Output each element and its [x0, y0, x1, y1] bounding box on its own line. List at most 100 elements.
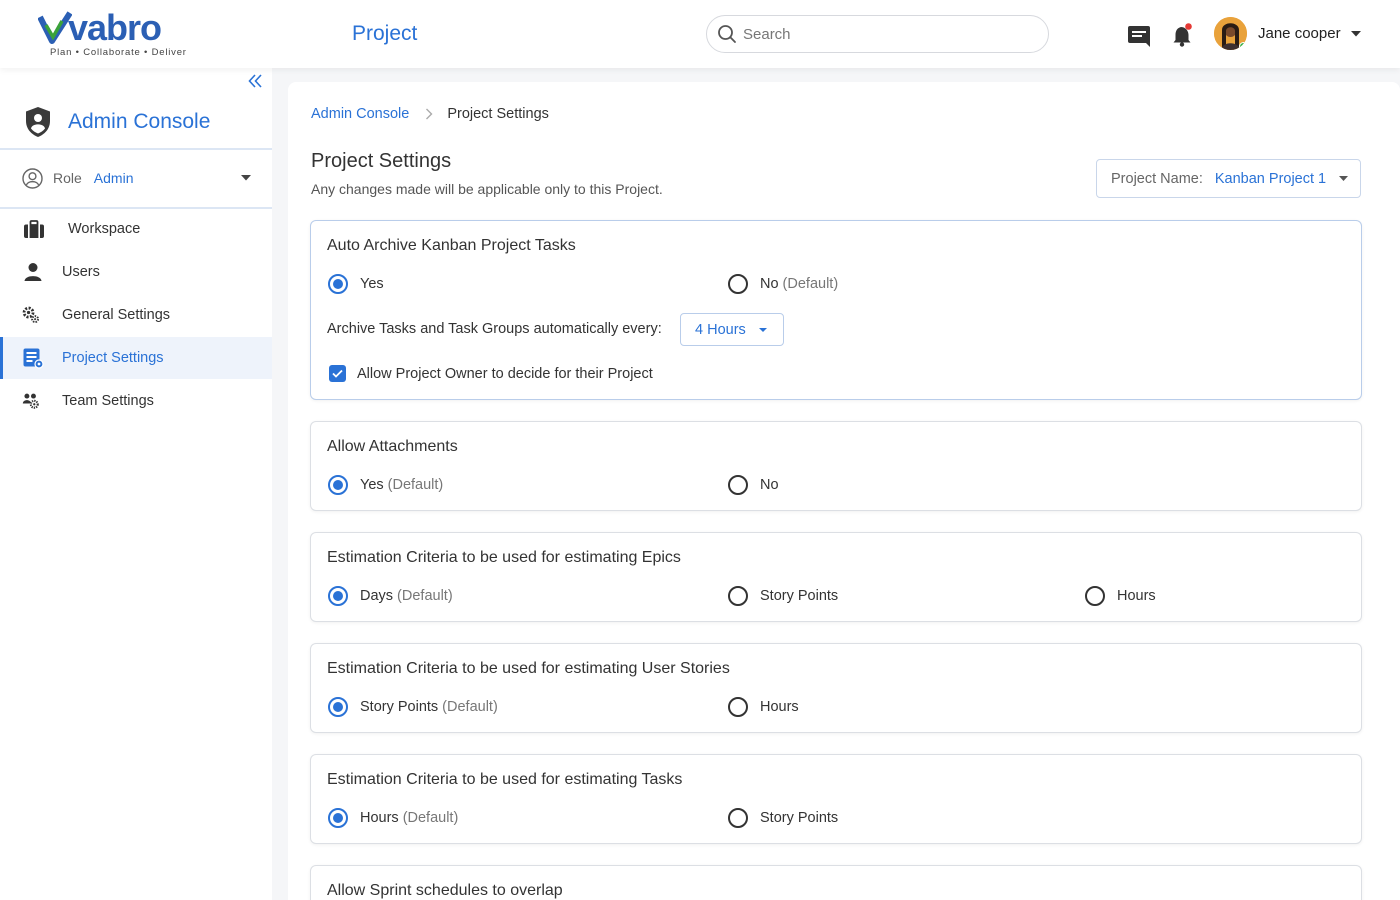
sprint-overlap-title: Allow Sprint schedules to overlap	[327, 882, 563, 899]
avatar[interactable]	[1214, 17, 1247, 50]
radio-selected[interactable]	[328, 475, 348, 495]
user-icon	[24, 263, 42, 281]
archive-interval-select[interactable]: 4 Hours	[680, 313, 784, 346]
page-subtitle: Any changes made will be applicable only…	[311, 181, 663, 197]
tasks-hours-radio[interactable]: Hours (Default)	[328, 808, 458, 828]
chevron-down-icon[interactable]	[1350, 30, 1362, 38]
brand-name: vabro	[68, 7, 162, 48]
allow-owner-checkbox-row[interactable]: Allow Project Owner to decide for their …	[329, 365, 653, 382]
tasks-story-points-radio[interactable]: Story Points	[728, 808, 838, 828]
radio-unselected[interactable]	[728, 475, 748, 495]
radio-unselected[interactable]	[728, 697, 748, 717]
role-value: Admin	[93, 170, 134, 186]
radio-default-tag: (Default)	[442, 699, 498, 715]
tasks-estimation-title: Estimation Criteria to be used for estim…	[327, 771, 683, 788]
radio-default-tag: (Default)	[387, 477, 444, 493]
chevron-down-icon	[758, 327, 767, 332]
breadcrumb-current: Project Settings	[447, 106, 549, 122]
user-circle-icon	[22, 167, 43, 189]
gear-icon	[22, 306, 40, 324]
auto-archive-title: Auto Archive Kanban Project Tasks	[327, 237, 576, 254]
breadcrumb-admin-console[interactable]: Admin Console	[311, 106, 409, 122]
radio-selected[interactable]	[328, 808, 348, 828]
project-settings-icon	[23, 348, 44, 369]
search-input[interactable]	[743, 25, 1023, 43]
top-header: vabro Plan • Collaborate • Deliver Proje…	[0, 0, 1400, 68]
page-section-title: Project	[352, 22, 418, 45]
radio-selected[interactable]	[328, 586, 348, 606]
radio-unselected[interactable]	[1085, 586, 1105, 606]
sidebar: Admin Console Role Admin Workspace Users	[0, 68, 272, 900]
breadcrumb: Admin Console Project Settings	[311, 106, 549, 122]
page-title: Project Settings	[311, 150, 452, 172]
radio-unselected[interactable]	[728, 274, 748, 294]
sidebar-item-label: Project Settings	[62, 350, 164, 366]
briefcase-icon	[24, 220, 44, 238]
sprint-overlap-card: Allow Sprint schedules to overlap	[310, 865, 1362, 900]
sidebar-item-label: Team Settings	[62, 393, 154, 409]
radio-selected[interactable]	[328, 697, 348, 717]
main-content: Admin Console Project Settings Project S…	[288, 82, 1400, 900]
archive-interval-label: Archive Tasks and Task Groups automatica…	[327, 321, 662, 337]
attachments-no-radio[interactable]: No	[728, 475, 779, 495]
archive-interval-value: 4 Hours	[695, 321, 746, 338]
project-name-value: Kanban Project 1	[1214, 170, 1327, 187]
role-label: Role	[53, 170, 82, 186]
sidebar-item-users[interactable]: Users	[0, 251, 272, 293]
inbox-icon[interactable]	[1126, 22, 1152, 48]
radio-default-tag: (Default)	[402, 810, 459, 826]
user-stories-estimation-title: Estimation Criteria to be used for estim…	[327, 660, 730, 677]
project-name-select[interactable]: Project Name: Kanban Project 1	[1096, 159, 1361, 198]
radio-label: Days	[360, 588, 394, 604]
sidebar-item-project-settings[interactable]: Project Settings	[0, 337, 272, 379]
stories-hours-radio[interactable]: Hours	[728, 697, 799, 717]
sidebar-item-general-settings[interactable]: General Settings	[0, 294, 272, 336]
project-name-label: Project Name:	[1111, 170, 1203, 187]
epics-estimation-card: Estimation Criteria to be used for estim…	[310, 532, 1362, 622]
logo-v-icon	[38, 11, 72, 44]
chevron-down-icon[interactable]	[240, 174, 252, 182]
radio-label: Yes	[360, 477, 384, 493]
shield-user-icon	[26, 107, 50, 137]
radio-label: Hours	[360, 810, 399, 826]
collapse-sidebar-icon[interactable]	[246, 72, 264, 90]
radio-label: No	[760, 477, 779, 493]
radio-label: Story Points	[760, 588, 839, 604]
user-name[interactable]: Jane cooper	[1258, 25, 1341, 42]
radio-label: Story Points	[360, 699, 439, 715]
auto-archive-yes-radio[interactable]: Yes	[328, 274, 384, 294]
radio-unselected[interactable]	[728, 808, 748, 828]
allow-owner-label: Allow Project Owner to decide for their …	[357, 365, 653, 382]
auto-archive-no-radio[interactable]: No (Default)	[728, 274, 838, 294]
sidebar-item-workspace[interactable]: Workspace	[0, 208, 272, 250]
sidebar-item-team-settings[interactable]: Team Settings	[0, 380, 272, 422]
epics-hours-radio[interactable]: Hours	[1085, 586, 1156, 606]
radio-label: Hours	[760, 699, 799, 715]
bell-icon[interactable]	[1170, 22, 1196, 48]
allow-attachments-title: Allow Attachments	[327, 438, 458, 455]
stories-story-points-radio[interactable]: Story Points (Default)	[328, 697, 498, 717]
admin-console-heading: Admin Console	[24, 106, 210, 138]
user-stories-estimation-card: Estimation Criteria to be used for estim…	[310, 643, 1362, 733]
epics-story-points-radio[interactable]: Story Points	[728, 586, 838, 606]
chevron-right-icon	[426, 108, 433, 120]
role-selector[interactable]: Role Admin	[22, 166, 252, 190]
radio-unselected[interactable]	[728, 586, 748, 606]
radio-label: Story Points	[760, 810, 839, 826]
sidebar-item-label: General Settings	[62, 307, 171, 323]
sidebar-item-label: Users	[62, 264, 100, 280]
search-box[interactable]	[706, 15, 1049, 53]
epics-days-radio[interactable]: Days (Default)	[328, 586, 453, 606]
radio-selected[interactable]	[328, 274, 348, 294]
online-status-dot	[1239, 42, 1247, 50]
allow-owner-checkbox[interactable]	[329, 365, 346, 382]
vabro-logo[interactable]: vabro Plan • Collaborate • Deliver	[38, 7, 188, 58]
sidebar-item-label: Workspace	[68, 221, 141, 237]
attachments-yes-radio[interactable]: Yes (Default)	[328, 475, 443, 495]
team-icon	[22, 393, 39, 409]
radio-label: No	[760, 276, 779, 292]
radio-label: Hours	[1117, 588, 1156, 604]
admin-console-title: Admin Console	[68, 110, 211, 133]
check-icon	[332, 369, 343, 378]
brand-tagline: Plan • Collaborate • Deliver	[50, 47, 187, 58]
